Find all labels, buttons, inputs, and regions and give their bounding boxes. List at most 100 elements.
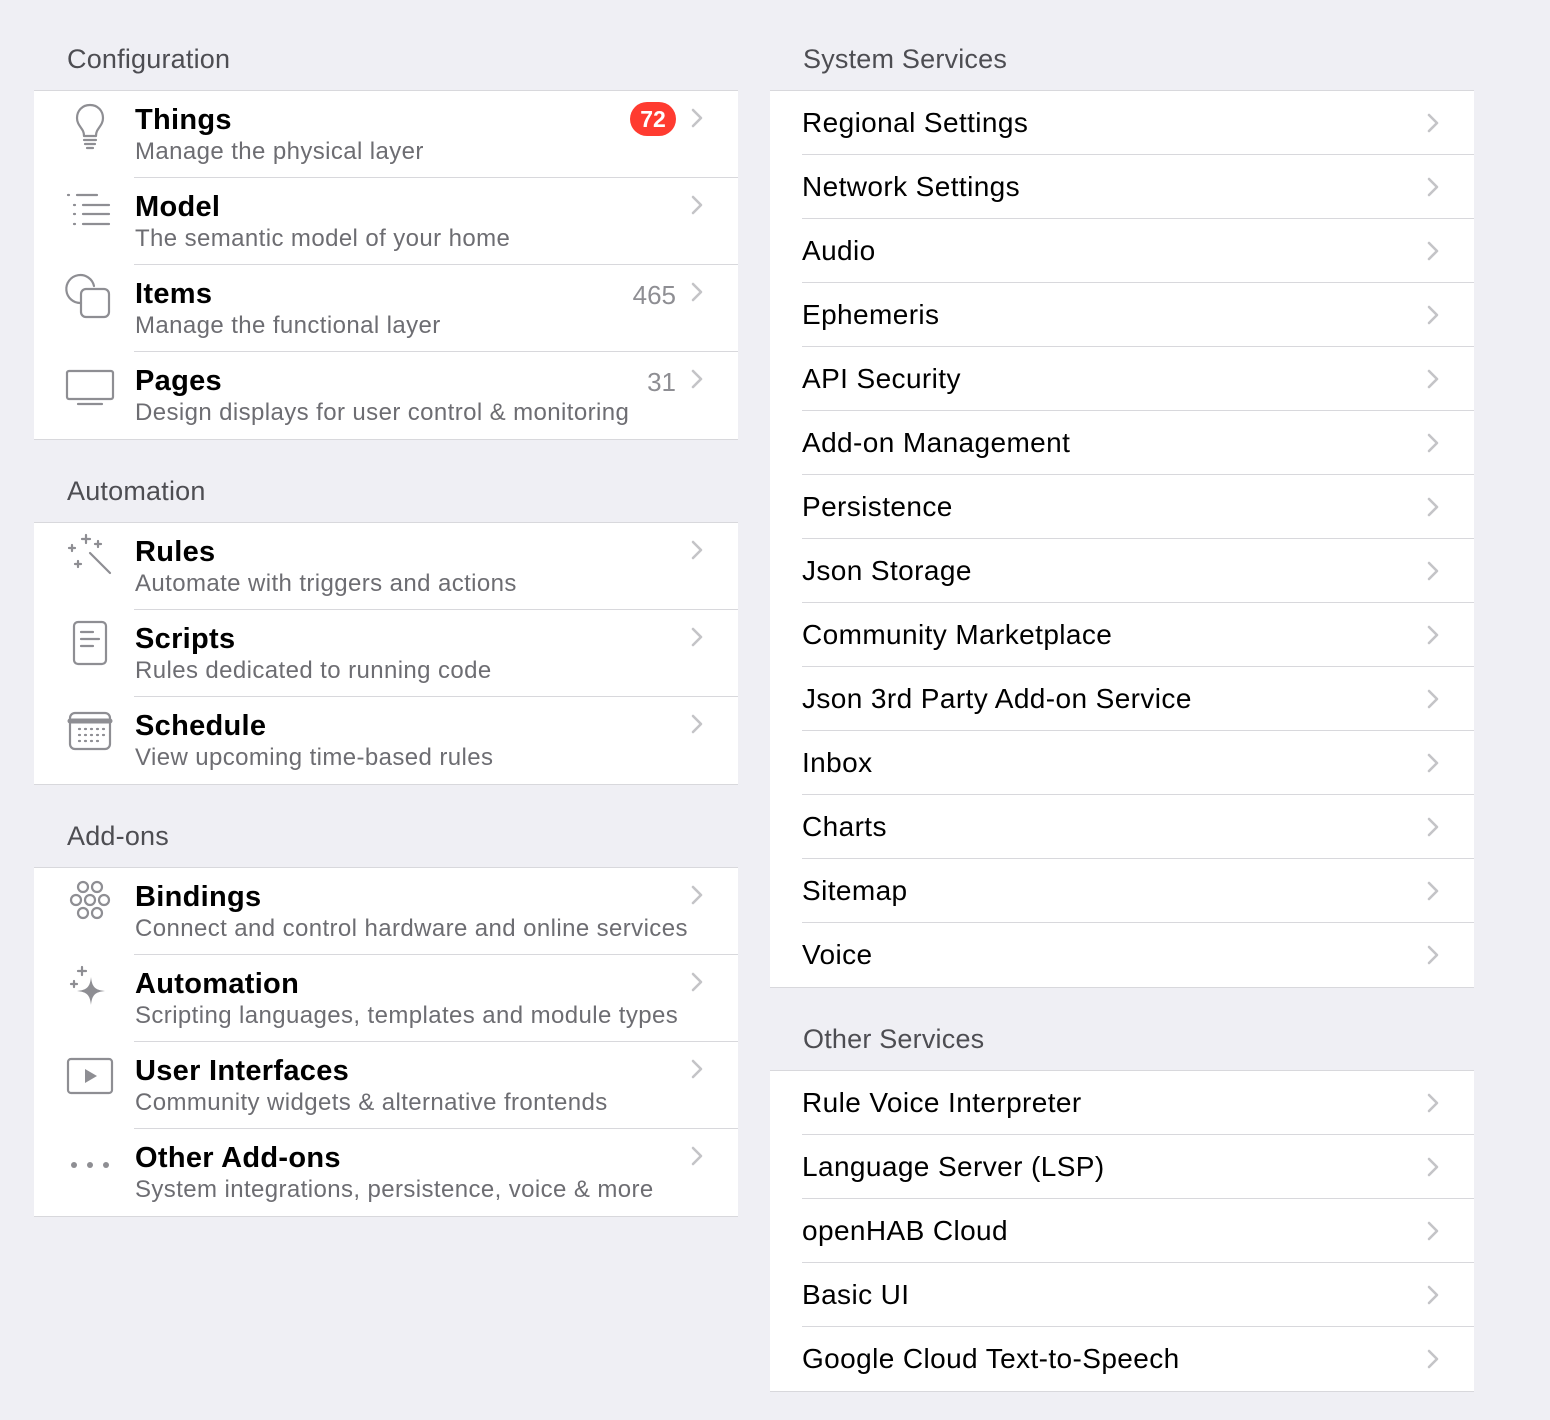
item-subtitle: Manage the functional layer (135, 312, 441, 339)
item-subtitle: Community widgets & alternative frontend… (135, 1089, 608, 1116)
list-item-scripts[interactable]: Scripts Rules dedicated to running code (34, 610, 738, 697)
item-title: Items (135, 278, 213, 310)
chevron-right-icon (1426, 496, 1440, 518)
tv-icon (64, 360, 116, 412)
chevron-right-icon (1426, 1156, 1440, 1178)
item-subtitle: Automate with triggers and actions (135, 570, 517, 597)
chevron-right-icon (690, 107, 704, 129)
list-item[interactable]: openHAB Cloud (770, 1199, 1474, 1263)
item-label: Audio (802, 235, 876, 266)
chevron-right-icon (690, 884, 704, 906)
chevron-right-icon (1426, 112, 1440, 134)
chevron-right-icon (690, 1058, 704, 1080)
chevron-right-icon (690, 194, 704, 216)
chevron-right-icon (1426, 240, 1440, 262)
automation-list: Rules Automate with triggers and actions… (34, 522, 738, 785)
list-item[interactable]: Basic UI (770, 1263, 1474, 1327)
item-label: Add-on Management (802, 427, 1071, 458)
chevron-right-icon (1426, 432, 1440, 454)
list-item-model[interactable]: Model The semantic model of your home (34, 178, 738, 265)
chevron-right-icon (1426, 560, 1440, 582)
item-count: 31 (647, 367, 676, 397)
chevron-right-icon (690, 281, 704, 303)
item-subtitle: Manage the physical layer (135, 138, 424, 165)
list-item[interactable]: Json 3rd Party Add-on Service (770, 667, 1474, 731)
list-item[interactable]: Add-on Management (770, 411, 1474, 475)
list-item[interactable]: Voice (770, 923, 1474, 987)
item-label: Json 3rd Party Add-on Service (802, 683, 1192, 714)
list-item[interactable]: Sitemap (770, 859, 1474, 923)
list-item[interactable]: Ephemeris (770, 283, 1474, 347)
list-item[interactable]: Inbox (770, 731, 1474, 795)
item-label: Basic UI (802, 1279, 910, 1310)
item-label: Rule Voice Interpreter (802, 1087, 1082, 1118)
item-title: User Interfaces (135, 1055, 350, 1087)
list-item-user-interfaces[interactable]: User Interfaces Community widgets & alte… (34, 1042, 738, 1129)
list-item-pages[interactable]: Pages Design displays for user control &… (34, 352, 738, 439)
left-column: Configuration Things Manage the physical… (34, 0, 738, 1217)
chevron-right-icon (1426, 624, 1440, 646)
right-column: System Services Regional Settings Network… (770, 0, 1474, 1392)
list-item[interactable]: Rule Voice Interpreter (770, 1071, 1474, 1135)
item-subtitle: Rules dedicated to running code (135, 657, 492, 684)
item-label: openHAB Cloud (802, 1215, 1008, 1246)
list-item-automation-addons[interactable]: Automation Scripting languages, template… (34, 955, 738, 1042)
chevron-right-icon (1426, 688, 1440, 710)
list-item[interactable]: Language Server (LSP) (770, 1135, 1474, 1199)
item-count: 465 (632, 280, 676, 310)
item-label: Ephemeris (802, 299, 940, 330)
list-item-things[interactable]: Things Manage the physical layer 72 (34, 91, 738, 178)
list-item[interactable]: Network Settings (770, 155, 1474, 219)
item-label: Google Cloud Text-to-Speech (802, 1343, 1180, 1374)
item-subtitle: System integrations, persistence, voice … (135, 1176, 654, 1203)
item-label: Persistence (802, 491, 953, 522)
list-item[interactable]: Audio (770, 219, 1474, 283)
chevron-right-icon (1426, 1092, 1440, 1114)
item-subtitle: Connect and control hardware and online … (135, 915, 688, 942)
list-item[interactable]: Community Marketplace (770, 603, 1474, 667)
chevron-right-icon (690, 971, 704, 993)
ellipsis-icon (64, 1137, 116, 1189)
list-item[interactable]: Persistence (770, 475, 1474, 539)
square-on-circle-icon (64, 273, 116, 325)
chevron-right-icon (1426, 1284, 1440, 1306)
list-item-other-addons[interactable]: Other Add-ons System integrations, persi… (34, 1129, 738, 1216)
item-title: Things (135, 104, 232, 136)
chevron-right-icon (690, 539, 704, 561)
chevron-right-icon (1426, 1220, 1440, 1242)
list-item-bindings[interactable]: Bindings Connect and control hardware an… (34, 868, 738, 955)
item-label: Regional Settings (802, 107, 1029, 138)
doc-plaintext-icon (64, 618, 116, 670)
sparkles-icon (64, 963, 116, 1015)
chevron-right-icon (1426, 368, 1440, 390)
chevron-right-icon (1426, 176, 1440, 198)
list-bullet-indent-icon (64, 186, 116, 238)
chevron-right-icon (690, 713, 704, 735)
list-item[interactable]: Regional Settings (770, 91, 1474, 155)
system-services-list: Regional Settings Network Settings Audio Ep… (770, 90, 1474, 988)
chevron-right-icon (690, 1145, 704, 1167)
item-subtitle: The semantic model of your home (135, 225, 511, 252)
list-item[interactable]: Charts (770, 795, 1474, 859)
list-item-schedule[interactable]: Schedule View upcoming time-based rules (34, 697, 738, 784)
list-item[interactable]: API Security (770, 347, 1474, 411)
list-item-items[interactable]: Items Manage the functional layer 465 (34, 265, 738, 352)
list-item-rules[interactable]: Rules Automate with triggers and actions (34, 523, 738, 610)
chevron-right-icon (1426, 944, 1440, 966)
item-title: Bindings (135, 881, 262, 913)
item-title: Pages (135, 365, 222, 397)
item-label: Community Marketplace (802, 619, 1113, 650)
item-title: Schedule (135, 710, 267, 742)
item-title: Scripts (135, 623, 236, 655)
item-title: Other Add-ons (135, 1142, 341, 1174)
configuration-list: Things Manage the physical layer 72 Mode… (34, 90, 738, 440)
chevron-right-icon (1426, 1348, 1440, 1370)
play-rectangle-icon (64, 1050, 116, 1102)
list-item[interactable]: Google Cloud Text-to-Speech (770, 1327, 1474, 1391)
list-item[interactable]: Json Storage (770, 539, 1474, 603)
wand-stars-icon (64, 531, 116, 583)
circles-grid-icon (64, 876, 116, 928)
count-badge: 72 (630, 102, 676, 136)
item-title: Model (135, 191, 221, 223)
item-label: Json Storage (802, 555, 972, 586)
